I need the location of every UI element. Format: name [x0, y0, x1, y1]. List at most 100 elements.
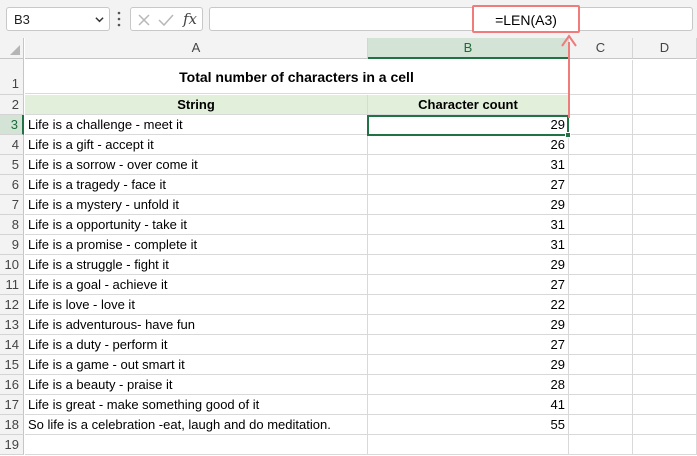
- string-cell[interactable]: Life is a promise - complete it: [25, 235, 368, 255]
- character-count-cell[interactable]: 22: [368, 295, 569, 315]
- string-cell[interactable]: Life is a game - out smart it: [25, 355, 368, 375]
- cell[interactable]: [569, 255, 633, 275]
- header-string[interactable]: String: [25, 95, 368, 115]
- character-count-cell[interactable]: 29: [368, 195, 569, 215]
- cell[interactable]: [368, 435, 569, 455]
- cell[interactable]: [633, 315, 697, 335]
- cell[interactable]: [633, 375, 697, 395]
- string-cell[interactable]: Life is adventurous- have fun: [25, 315, 368, 335]
- cell[interactable]: [633, 335, 697, 355]
- row-header-13[interactable]: 13: [0, 315, 24, 335]
- row-header-14[interactable]: 14: [0, 335, 24, 355]
- row-header-1[interactable]: 1: [0, 59, 24, 95]
- cell[interactable]: [633, 155, 697, 175]
- column-header-c[interactable]: C: [569, 38, 633, 59]
- row-header-17[interactable]: 17: [0, 395, 24, 415]
- string-cell[interactable]: Life is a beauty - praise it: [25, 375, 368, 395]
- string-cell[interactable]: Life is a struggle - fight it: [25, 255, 368, 275]
- name-box[interactable]: B3: [6, 7, 110, 31]
- cell[interactable]: [569, 395, 633, 415]
- cell[interactable]: [633, 60, 697, 95]
- cell[interactable]: [633, 435, 697, 455]
- string-cell[interactable]: Life is a opportunity - take it: [25, 215, 368, 235]
- cell[interactable]: [569, 60, 633, 95]
- string-cell[interactable]: Life is a challenge - meet it: [25, 115, 368, 135]
- row-header-9[interactable]: 9: [0, 235, 24, 255]
- cell[interactable]: [633, 195, 697, 215]
- cell[interactable]: [569, 135, 633, 155]
- row-header-11[interactable]: 11: [0, 275, 24, 295]
- cell[interactable]: [569, 295, 633, 315]
- row-header-2[interactable]: 2: [0, 95, 24, 115]
- character-count-cell[interactable]: 27: [368, 335, 569, 355]
- cell[interactable]: [25, 435, 368, 455]
- row-header-18[interactable]: 18: [0, 415, 24, 435]
- more-options-icon[interactable]: [117, 11, 121, 27]
- character-count-cell[interactable]: 27: [368, 175, 569, 195]
- cell[interactable]: [569, 355, 633, 375]
- row-header-3[interactable]: 3: [0, 115, 24, 135]
- cell[interactable]: [569, 375, 633, 395]
- cell[interactable]: [569, 175, 633, 195]
- column-header-d[interactable]: D: [633, 38, 697, 59]
- cell[interactable]: [633, 115, 697, 135]
- character-count-cell[interactable]: 29: [368, 315, 569, 335]
- character-count-cell[interactable]: 28: [368, 375, 569, 395]
- cancel-icon[interactable]: [137, 13, 151, 27]
- cell[interactable]: [633, 215, 697, 235]
- sheet-title[interactable]: Total number of characters in a cell: [25, 60, 568, 94]
- chevron-down-icon[interactable]: [95, 15, 104, 24]
- character-count-cell[interactable]: 55: [368, 415, 569, 435]
- header-character-count[interactable]: Character count: [368, 95, 569, 115]
- cell[interactable]: [569, 95, 633, 115]
- select-all-corner[interactable]: [0, 38, 24, 59]
- string-cell[interactable]: Life is a sorrow - over come it: [25, 155, 368, 175]
- string-cell[interactable]: Life is a mystery - unfold it: [25, 195, 368, 215]
- string-cell[interactable]: Life is great - make something good of i…: [25, 395, 368, 415]
- string-cell[interactable]: Life is a tragedy - face it: [25, 175, 368, 195]
- character-count-cell[interactable]: 31: [368, 155, 569, 175]
- cell[interactable]: [633, 235, 697, 255]
- row-header-10[interactable]: 10: [0, 255, 24, 275]
- string-cell[interactable]: Life is love - love it: [25, 295, 368, 315]
- cell[interactable]: [569, 315, 633, 335]
- cell[interactable]: [569, 195, 633, 215]
- cell[interactable]: [633, 135, 697, 155]
- cell[interactable]: [633, 415, 697, 435]
- cell[interactable]: [633, 275, 697, 295]
- cell[interactable]: [569, 115, 633, 135]
- cell[interactable]: [633, 355, 697, 375]
- cell[interactable]: [569, 275, 633, 295]
- row-header-4[interactable]: 4: [0, 135, 24, 155]
- string-cell[interactable]: So life is a celebration -eat, laugh and…: [25, 415, 368, 435]
- column-header-a[interactable]: A: [25, 38, 368, 59]
- cell[interactable]: [569, 235, 633, 255]
- string-cell[interactable]: Life is a goal - achieve it: [25, 275, 368, 295]
- formula-input[interactable]: [209, 7, 693, 31]
- fill-handle[interactable]: [565, 132, 571, 138]
- cell[interactable]: [569, 155, 633, 175]
- column-header-b[interactable]: B: [368, 38, 569, 59]
- string-cell[interactable]: Life is a gift - accept it: [25, 135, 368, 155]
- cell[interactable]: [633, 295, 697, 315]
- row-header-16[interactable]: 16: [0, 375, 24, 395]
- cell[interactable]: [569, 335, 633, 355]
- character-count-cell[interactable]: 31: [368, 215, 569, 235]
- character-count-cell[interactable]: 29: [368, 255, 569, 275]
- character-count-cell[interactable]: 31: [368, 235, 569, 255]
- row-header-8[interactable]: 8: [0, 215, 24, 235]
- cell[interactable]: [569, 415, 633, 435]
- row-header-7[interactable]: 7: [0, 195, 24, 215]
- cell[interactable]: [633, 95, 697, 115]
- row-header-19[interactable]: 19: [0, 435, 24, 455]
- character-count-cell[interactable]: 41: [368, 395, 569, 415]
- character-count-cell[interactable]: 26: [368, 135, 569, 155]
- character-count-cell[interactable]: 29: [368, 355, 569, 375]
- cell[interactable]: [569, 435, 633, 455]
- row-header-6[interactable]: 6: [0, 175, 24, 195]
- cell[interactable]: [633, 255, 697, 275]
- cell[interactable]: [633, 175, 697, 195]
- row-header-15[interactable]: 15: [0, 355, 24, 375]
- row-header-5[interactable]: 5: [0, 155, 24, 175]
- enter-check-icon[interactable]: [158, 13, 174, 27]
